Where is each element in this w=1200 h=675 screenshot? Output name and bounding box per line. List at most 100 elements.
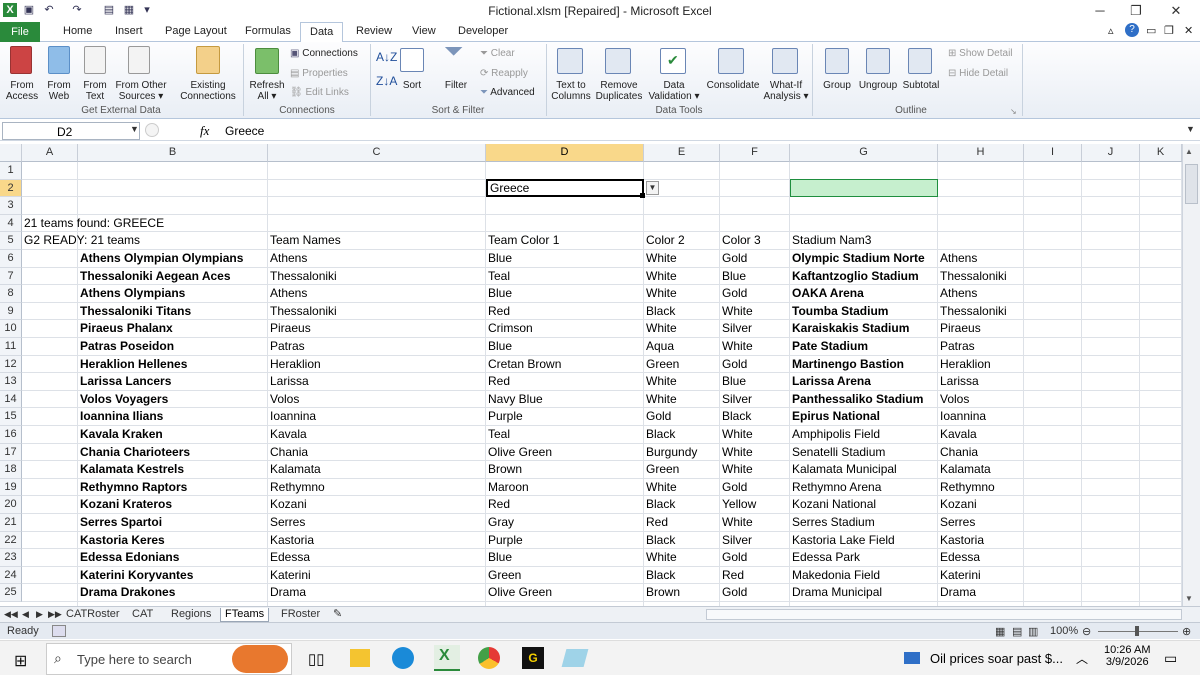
cell-team-name[interactable]: Kastoria Keres [78, 532, 165, 550]
cell-team-name[interactable]: Thessaloniki Aegean Aces [78, 268, 231, 286]
cell-color-1[interactable]: Blue [486, 549, 512, 567]
cell-city[interactable]: Patras [268, 338, 305, 356]
horizontal-scrollbar[interactable] [706, 609, 1182, 620]
column-header-c[interactable]: C [268, 144, 486, 162]
row-header-22[interactable]: 22 [0, 531, 22, 550]
cell-color-2[interactable]: White [644, 391, 677, 409]
cell-color-2[interactable]: Brown [644, 584, 680, 602]
edge-icon[interactable] [392, 647, 414, 669]
cell-stadium-city[interactable]: Thessaloniki [938, 268, 1007, 286]
row-header-2[interactable]: 2 [0, 179, 22, 198]
cell-stadium[interactable]: Edessa Park [790, 549, 860, 567]
remove-duplicates-button[interactable]: Remove Duplicates [594, 80, 644, 102]
row-header-7[interactable]: 7 [0, 267, 22, 286]
cell-color-3[interactable]: White [720, 514, 753, 532]
first-sheet-icon[interactable]: ◀◀ [4, 608, 18, 622]
cell-color-3[interactable]: White [720, 461, 753, 479]
cell-stadium-city[interactable]: Athens [938, 285, 977, 303]
cell-team-name[interactable]: Kavala Kraken [78, 426, 163, 444]
cell-city[interactable]: Volos [268, 391, 299, 409]
column-header-a[interactable]: A [22, 144, 78, 162]
cell-stadium[interactable]: Olympic Stadium Norte [790, 250, 925, 268]
sheet-tab-catroster[interactable]: CATRoster [66, 608, 120, 622]
cell-color-1[interactable]: Cretan Brown [486, 356, 561, 374]
tab-review[interactable]: Review [356, 25, 392, 37]
minimize-icon[interactable]: ─ [1088, 2, 1112, 20]
cell-stadium[interactable]: Martinengo Bastion [790, 356, 904, 374]
row-header-16[interactable]: 16 [0, 426, 22, 444]
cell-color-2[interactable]: Black [644, 426, 675, 444]
clock[interactable]: 10:26 AM 3/9/2026 [1104, 644, 1150, 668]
row-header-18[interactable]: 18 [0, 461, 22, 479]
cell-team-name[interactable]: Piraeus Phalanx [78, 320, 173, 338]
cell-stadium-city[interactable]: Katerini [938, 567, 981, 585]
hide-detail-button[interactable]: ⊟ Hide Detail [948, 68, 1008, 79]
sort-za-icon[interactable]: Z↓A [376, 75, 397, 87]
row-header-3[interactable]: 3 [0, 197, 22, 215]
cell-color-1[interactable]: Purple [486, 408, 523, 426]
column-header-h[interactable]: H [938, 144, 1024, 162]
prev-sheet-icon[interactable]: ◀ [22, 608, 29, 622]
view-normal-icon[interactable]: ▦ [995, 625, 1005, 638]
cell-color-2[interactable]: White [644, 268, 677, 286]
row-header-23[interactable]: 23 [0, 549, 22, 567]
clear-button[interactable]: ⏷ Clear [480, 48, 515, 59]
cell-color-2[interactable]: White [644, 549, 677, 567]
cell-color-2[interactable]: Aqua [644, 338, 674, 356]
g-app-icon[interactable]: G [522, 647, 544, 669]
cell-color-2[interactable]: Burgundy [644, 444, 697, 462]
cell-stadium[interactable]: Rethymno Arena [790, 479, 881, 497]
cell-stadium-city[interactable]: Rethymno [938, 479, 995, 497]
tray-chevron-icon[interactable]: ︿ [1076, 650, 1088, 667]
row-header-10[interactable]: 10 [0, 320, 22, 338]
column-header-e[interactable]: E [644, 144, 720, 162]
what-if-analysis-button[interactable]: What-If Analysis ▾ [762, 80, 810, 102]
cell-city[interactable]: Thessaloniki [268, 268, 337, 286]
fill-handle[interactable] [640, 193, 645, 198]
row-header-19[interactable]: 19 [0, 478, 22, 497]
cell-color-3[interactable]: Red [720, 567, 744, 585]
cell-city[interactable]: Serres [268, 514, 305, 532]
next-sheet-icon[interactable]: ▶ [36, 608, 43, 622]
cell-color-3[interactable]: Gold [720, 250, 747, 268]
tab-data[interactable]: Data [300, 22, 344, 43]
cell-stadium[interactable]: Serres Stadium [790, 514, 875, 532]
workbook-close-icon[interactable]: ✕ [1184, 24, 1193, 37]
tab-view[interactable]: View [412, 25, 436, 37]
cell-color-2[interactable]: White [644, 373, 677, 391]
cell-color-3[interactable]: Black [720, 408, 751, 426]
cell-color-1[interactable]: Teal [486, 426, 510, 444]
cell-color-1[interactable]: Purple [486, 532, 523, 550]
notifications-icon[interactable]: ▭ [1164, 650, 1177, 667]
cell-team-name[interactable]: Athens Olympian Olympians [78, 250, 243, 268]
cell-stadium-city[interactable]: Piraeus [938, 320, 981, 338]
cell-stadium-city[interactable]: Athens [938, 250, 977, 268]
header-color-2[interactable]: Color 2 [644, 232, 685, 250]
insert-function-icon[interactable]: fx [200, 123, 209, 139]
cell-color-3[interactable]: Gold [720, 479, 747, 497]
cell-color-3[interactable]: White [720, 444, 753, 462]
cell-team-name[interactable]: Katerini Koryvantes [78, 567, 193, 585]
column-header-b[interactable]: B [78, 144, 268, 162]
cell-stadium-city[interactable]: Kalamata [938, 461, 991, 479]
cell-stadium[interactable]: Panthessaliko Stadium [790, 391, 923, 409]
workbook-minimize-icon[interactable]: ▭ [1146, 24, 1156, 37]
windows-start-icon[interactable]: ⊞ [14, 651, 27, 671]
row-header-15[interactable]: 15 [0, 408, 22, 426]
cell-city[interactable]: Athens [268, 285, 307, 303]
cell-city[interactable]: Kavala [268, 426, 307, 444]
row-header-25[interactable]: 25 [0, 584, 22, 602]
insert-sheet-icon[interactable]: ✎ [333, 608, 342, 622]
restore-icon[interactable]: ❐ [1124, 2, 1148, 20]
cell-stadium[interactable]: Toumba Stadium [790, 303, 888, 321]
row-header-11[interactable]: 11 [0, 338, 22, 356]
cell-city[interactable]: Heraklion [268, 356, 321, 374]
cell-stadium-city[interactable]: Patras [938, 338, 975, 356]
task-view-icon[interactable]: ▯▯ [308, 650, 325, 668]
cell-city[interactable]: Chania [268, 444, 308, 462]
outline-dialog-launcher-icon[interactable]: ↘ [1010, 106, 1017, 117]
sort-button[interactable]: Sort [396, 80, 428, 91]
show-detail-button[interactable]: ⊞ Show Detail [948, 48, 1013, 59]
column-header-i[interactable]: I [1024, 144, 1082, 162]
cell-color-2[interactable]: Black [644, 532, 675, 550]
